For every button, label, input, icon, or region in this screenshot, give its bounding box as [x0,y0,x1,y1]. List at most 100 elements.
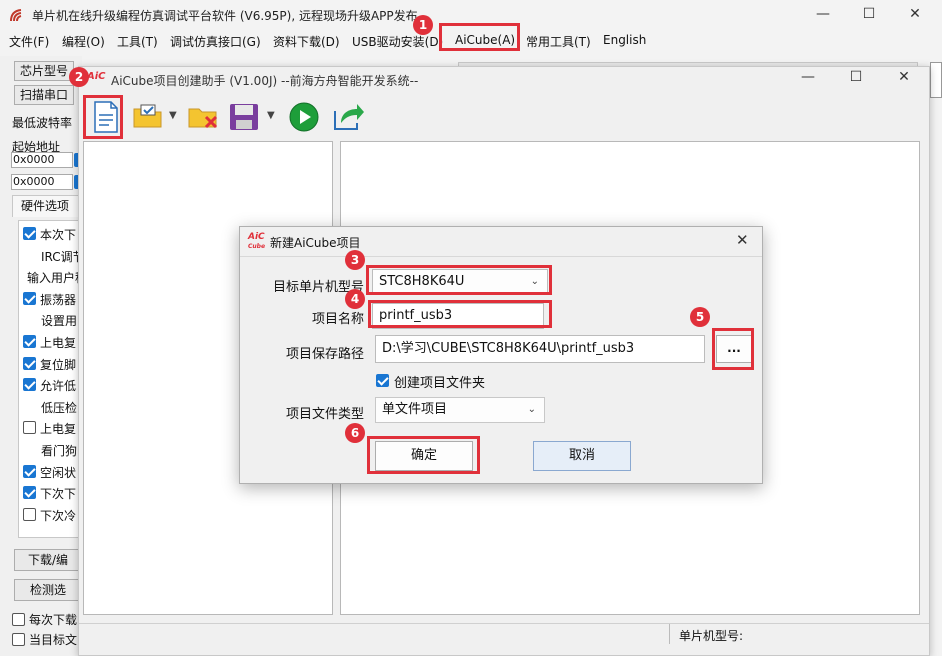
dialog-logo-icon: AiC Cube [248,232,266,251]
each-download-checkbox[interactable] [12,613,25,626]
hw-option-row[interactable]: 复位脚 [23,355,83,373]
scan-port-button[interactable]: 扫描串口 [14,85,74,105]
detect-options-button[interactable]: 检测选 [14,579,82,601]
annotation-badge-1: 1 [413,15,433,35]
dialog-divider [240,256,762,257]
min-baud-label: 最低波特率 [12,116,73,130]
hw-option-checkbox[interactable] [23,335,36,348]
save-path-label: 项目保存路径 [285,347,364,362]
menu-english[interactable]: English [603,33,646,47]
status-mcu-label: 单片机型号: [679,629,744,643]
close-icon[interactable]: ✕ [892,0,938,30]
annotation-badge-4: 4 [345,289,365,309]
cancel-button[interactable]: 取消 [533,441,631,471]
hw-option-row[interactable]: 空闲状 [23,463,83,481]
chip-type-button[interactable]: 芯片型号 [14,61,74,81]
create-folder-label: 创建项目文件夹 [394,376,486,391]
menu-downloads[interactable]: 资料下载(D) [273,33,340,50]
hw-option-row[interactable]: 振荡器 [23,290,83,308]
file-type-select[interactable]: 单文件项目 ⌄ [375,397,545,423]
hw-option-label: 下次冷 [40,508,77,523]
hw-option-checkbox[interactable] [23,486,36,500]
menu-program[interactable]: 编程(O) [62,33,105,50]
highlight-project-name [368,300,552,328]
hw-option-label: 设置用 [41,314,78,329]
annotation-badge-6: 6 [345,423,365,443]
highlight-aicube-menu [439,23,520,51]
maximize-icon[interactable]: ☐ [846,0,892,30]
helper-maximize-icon[interactable]: ☐ [833,65,879,89]
annotation-badge-5: 5 [690,307,710,327]
hw-option-checkbox[interactable] [23,291,36,305]
hw-option-row[interactable]: 输入用户程 [23,268,87,286]
file-type-label: 项目文件类型 [285,407,364,422]
hw-option-row[interactable]: 设置用 [23,311,83,329]
helper-toolbar: ▼ ▼ [83,95,923,139]
hw-option-label: 振荡器 [40,292,77,307]
hw-option-row[interactable]: 上电复 [23,333,83,351]
open-dropdown-icon[interactable]: ▼ [169,110,177,121]
start-address-input-2[interactable]: 0x0000 [11,174,73,190]
start-address-input-1[interactable]: 0x0000 [11,152,73,168]
dialog-title: 新建AiCube项目 [270,236,361,250]
create-folder-checkbox[interactable] [376,374,389,387]
open-project-icon[interactable] [133,103,163,129]
hw-option-checkbox[interactable] [23,507,36,521]
hw-option-label: 允许低 [40,379,77,394]
hw-option-row[interactable]: 看门狗 [23,441,83,459]
close-project-icon[interactable] [188,103,220,131]
hw-option-row[interactable]: 低压检 [23,398,83,416]
save-path-input[interactable]: D:\学习\CUBE\STC8H8K64U\printf_usb3 [375,335,705,363]
highlight-browse [712,328,754,370]
menu-file[interactable]: 文件(F) [9,33,49,50]
hw-option-row[interactable]: IRC调节 [23,247,85,265]
hw-option-label: 看门狗 [41,444,78,458]
current-target-label: 当目标文 [29,633,78,647]
helper-minimize-icon[interactable]: — [785,65,831,89]
save-dropdown-icon[interactable]: ▼ [267,110,275,121]
hw-option-label: 本次下 [40,228,77,242]
left-panel: 芯片型号 扫描串口 最低波特率 起始地址 0x0000 0x0000 硬件选项 … [0,56,87,656]
app-title: 单片机在线升级编程仿真调试平台软件 (V6.95P), 远程现场升级APP发布 [32,9,418,23]
hw-option-row[interactable]: 下次下 [23,484,83,502]
hw-option-label: 复位脚 [40,357,77,372]
current-target-checkbox[interactable] [12,633,25,646]
annotation-badge-2: 2 [69,67,89,87]
hw-option-label: 上电复 [40,422,77,437]
download-program-button[interactable]: 下载/编 [14,549,82,571]
run-icon[interactable] [289,102,319,132]
highlight-mcu-type [366,265,552,295]
app-logo-icon [9,7,25,23]
helper-title: AiCube项目创建助手 (V1.00J) --前海方舟智能开发系统-- [111,74,419,88]
hw-option-checkbox[interactable] [23,227,36,240]
hw-option-label: 上电复 [40,336,77,350]
file-type-value: 单文件项目 [382,402,448,417]
hw-option-checkbox[interactable] [23,464,36,478]
hw-option-checkbox[interactable] [23,378,36,392]
menu-tools[interactable]: 工具(T) [117,33,158,50]
menu-debug-interface[interactable]: 调试仿真接口(G) [170,33,261,50]
export-icon[interactable] [333,101,365,131]
hardware-options-list: 本次下 IRC调节 输入用户程 振荡器 设置用 上电复 复位脚 允许低 低压检 上电复 看门狗 空闲状… [18,220,87,538]
hw-option-label: 空闲状 [40,465,77,480]
helper-status-bar: 单片机型号: [79,623,929,655]
project-name-label: 项目名称 [311,312,364,327]
hw-option-row[interactable]: 上电复 [23,419,83,437]
hw-option-checkbox[interactable] [23,356,36,370]
hw-option-row[interactable]: 下次冷 [23,506,83,524]
dialog-close-icon[interactable]: ✕ [736,231,749,249]
hw-option-checkbox[interactable] [23,421,36,435]
menu-usb-driver[interactable]: USB驱动安装(D) [352,33,443,50]
hw-option-row[interactable]: 允许低 [23,376,83,394]
chevron-down-icon: ⌄ [527,404,536,415]
highlight-new-project [83,95,123,139]
tab-hardware-options[interactable]: 硬件选项 [12,195,82,217]
hw-option-row[interactable]: 本次下 [23,225,83,243]
helper-close-icon[interactable]: ✕ [881,65,927,89]
menu-common-tools[interactable]: 常用工具(T) [526,33,591,50]
minimize-icon[interactable]: — [800,0,846,30]
highlight-ok-button [367,436,480,474]
save-project-icon[interactable] [229,103,259,131]
annotation-badge-3: 3 [345,250,365,270]
main-side-panel [930,62,942,98]
